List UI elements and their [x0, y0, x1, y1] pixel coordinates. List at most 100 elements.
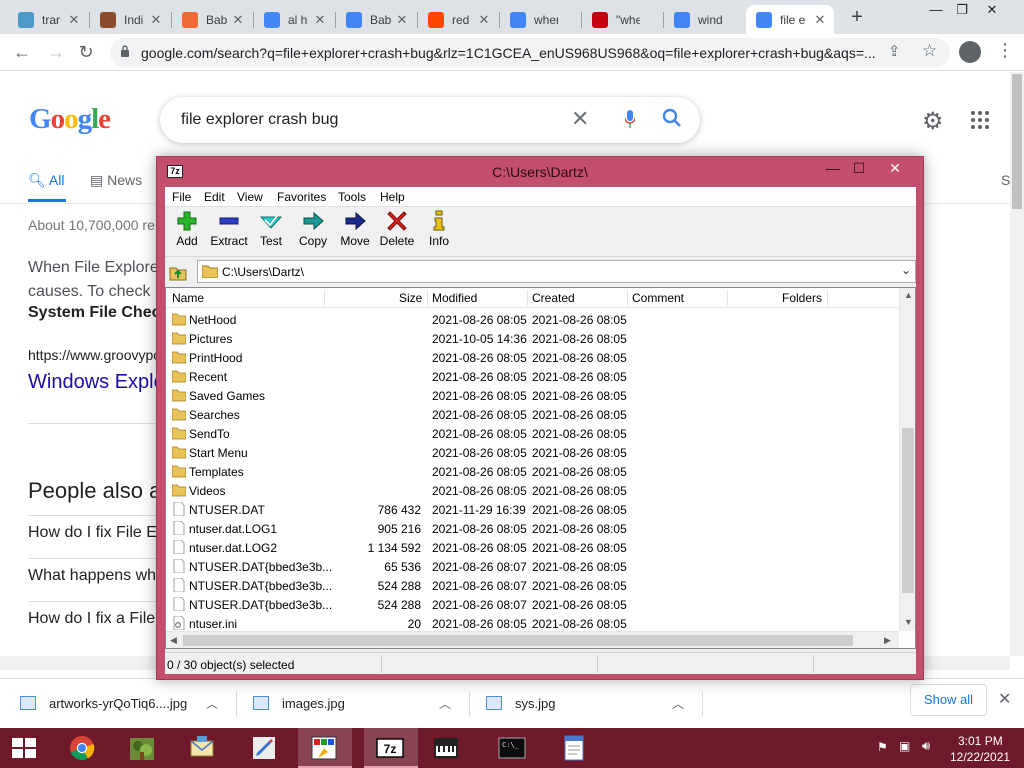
url-text[interactable]: google.com/search?q=file+explorer+crash+…	[141, 45, 876, 61]
scroll-thumb[interactable]	[183, 635, 853, 646]
tab-close-icon[interactable]: ✕	[230, 12, 246, 28]
scroll-left-arrow-icon[interactable]: ◀	[170, 635, 177, 646]
page-vertical-scrollbar[interactable]	[1010, 72, 1024, 656]
file-row[interactable]: Pictures 2021-10-05 14:36 2021-08-26 08:05	[166, 329, 898, 348]
browser-tab[interactable]: Bab ✕	[336, 5, 416, 34]
file-row[interactable]: Start Menu 2021-08-26 08:05 2021-08-26 08:…	[166, 443, 898, 462]
taskbar-app-notepad[interactable]	[548, 728, 602, 768]
tab-all[interactable]: 🔍︎ All	[28, 172, 64, 189]
flag-icon[interactable]: ⚑	[877, 740, 888, 754]
browser-tab[interactable]: red ✕	[418, 5, 498, 34]
tab-close-icon[interactable]: ✕	[148, 12, 164, 28]
extract-button[interactable]: Extract	[207, 210, 251, 256]
file-row[interactable]: Searches 2021-08-26 08:05 2021-08-26 08:05	[166, 405, 898, 424]
menu-view[interactable]: View	[237, 190, 263, 204]
test-button[interactable]: Test	[249, 210, 293, 256]
browser-menu-icon[interactable]: ⋮	[996, 40, 1014, 61]
chevron-up-icon[interactable]: ︿	[672, 695, 684, 712]
file-row[interactable]: ntuser.dat.LOG2 1 134 592 2021-08-26 08:05…	[166, 538, 898, 557]
column-header-size[interactable]: Size	[399, 291, 422, 305]
forward-icon[interactable]: →	[44, 41, 68, 63]
info-button[interactable]: Info	[417, 210, 461, 256]
tab-close-icon[interactable]: ✕	[66, 12, 82, 28]
browser-tab[interactable]: when th	[500, 5, 580, 34]
copy-button[interactable]: Copy	[291, 210, 335, 256]
column-header-created[interactable]: Created	[532, 291, 575, 305]
up-folder-icon[interactable]	[169, 263, 187, 281]
maximize-icon[interactable]: ☐	[849, 157, 869, 179]
back-icon[interactable]: ←	[10, 41, 34, 63]
taskbar-app-pen[interactable]	[238, 728, 292, 768]
list-horizontal-scrollbar[interactable]: ◀ ▶	[166, 631, 899, 648]
tab-news[interactable]: ▤ News	[90, 172, 142, 189]
file-row[interactable]: PrintHood 2021-08-26 08:05 2021-08-26 08:0…	[166, 348, 898, 367]
file-row[interactable]: Videos 2021-08-26 08:05 2021-08-26 08:05	[166, 481, 898, 500]
browser-tab[interactable]: Bab ✕	[172, 5, 252, 34]
network-icon[interactable]: ▣	[899, 739, 910, 753]
scroll-up-arrow-icon[interactable]: ▲	[904, 290, 913, 300]
close-shelf-icon[interactable]: ✕	[998, 689, 1011, 709]
browser-tab[interactable]: file e ✕	[746, 5, 834, 34]
file-row[interactable]: ntuser.dat.LOG1 905 216 2021-08-26 08:05 20…	[166, 519, 898, 538]
clear-search-icon[interactable]: ✕	[571, 106, 589, 132]
taskbar-app-plant[interactable]	[116, 728, 170, 768]
show-all-button[interactable]: Show all	[910, 684, 987, 716]
chevron-up-icon[interactable]: ︿	[206, 695, 218, 712]
tab-close-icon[interactable]: ✕	[812, 12, 828, 28]
new-tab-button[interactable]: +	[846, 7, 868, 29]
taskbar-app-paint[interactable]	[298, 728, 352, 768]
scroll-thumb[interactable]	[1012, 74, 1022, 209]
download-item[interactable]: sys.jpg ︿	[486, 689, 684, 717]
menu-file[interactable]: File	[172, 190, 191, 204]
result-cite[interactable]: https://www.groovypo	[28, 347, 161, 363]
google-apps-icon[interactable]	[971, 111, 989, 129]
scroll-down-arrow-icon[interactable]: ▼	[904, 617, 913, 627]
close-icon[interactable]: ✕	[875, 157, 915, 179]
file-row[interactable]: NTUSER.DAT{bbed3e3b... 65 536 2021-08-26 0…	[166, 557, 898, 576]
menu-edit[interactable]: Edit	[204, 190, 225, 204]
browser-tab[interactable]: "when t	[582, 5, 662, 34]
bookmark-star-icon[interactable]: ☆	[922, 41, 937, 61]
settings-gear-icon[interactable]: ⚙	[922, 107, 944, 136]
result-link[interactable]: Windows Explo	[28, 371, 165, 394]
file-row[interactable]: Recent 2021-08-26 08:05 2021-08-26 08:05	[166, 367, 898, 386]
file-row[interactable]: Saved Games 2021-08-26 08:05 2021-08-26 08…	[166, 386, 898, 405]
share-icon[interactable]: ⇪	[888, 42, 901, 60]
question-item[interactable]: How do I fix File E	[28, 524, 157, 542]
profile-avatar-icon[interactable]	[959, 41, 981, 63]
windows-start-icon[interactable]	[0, 728, 48, 768]
list-vertical-scrollbar[interactable]: ▲ ▼	[899, 288, 915, 631]
delete-button[interactable]: Delete	[375, 210, 419, 256]
column-header-comment[interactable]: Comment	[632, 291, 684, 305]
question-item[interactable]: How do I fix a File	[28, 610, 155, 628]
column-header-modified[interactable]: Modified	[432, 291, 477, 305]
menu-tools[interactable]: Tools	[338, 190, 366, 204]
browser-tab[interactable]: Indi ✕	[90, 5, 170, 34]
tab-close-icon[interactable]: ✕	[476, 12, 492, 28]
restore-icon[interactable]: ❐	[946, 0, 978, 20]
menu-help[interactable]: Help	[380, 190, 405, 204]
search-input[interactable]: file explorer crash bug	[181, 111, 338, 129]
scroll-right-arrow-icon[interactable]: ▶	[884, 635, 891, 646]
add-button[interactable]: Add	[165, 210, 209, 256]
file-row[interactable]: NetHood 2021-08-26 08:05 2021-08-26 08:05	[166, 310, 898, 329]
file-row[interactable]: Templates 2021-08-26 08:05 2021-08-26 08:0…	[166, 462, 898, 481]
browser-tab[interactable]: al h ✕	[254, 5, 334, 34]
file-row[interactable]: NTUSER.DAT{bbed3e3b... 524 288 2021-08-26 …	[166, 576, 898, 595]
taskbar-app-chrome[interactable]	[56, 728, 110, 768]
close-icon[interactable]: ✕	[976, 0, 1008, 20]
volume-icon[interactable]: 🔊︎	[922, 738, 930, 754]
file-row[interactable]: NTUSER.DAT{bbed3e3b... 524 288 2021-08-26 …	[166, 595, 898, 614]
clock-date[interactable]: 12/22/2021	[950, 750, 1010, 764]
search-icon[interactable]	[662, 108, 682, 128]
file-row[interactable]: SendTo 2021-08-26 08:05 2021-08-26 08:05	[166, 424, 898, 443]
download-item[interactable]: artworks-yrQoTiq6....jpg ︿	[20, 689, 218, 717]
question-item[interactable]: What happens wh	[28, 567, 156, 585]
browser-tab[interactable]: trar ✕	[8, 5, 88, 34]
minimize-icon[interactable]: —	[823, 157, 843, 179]
column-header-name[interactable]: Name	[172, 291, 204, 305]
taskbar-app-mail[interactable]	[176, 728, 230, 768]
window-titlebar[interactable]: 7z C:\Users\Dartz\ — ☐ ✕	[157, 157, 923, 187]
taskbar-app-7zip[interactable]: 7z	[364, 728, 418, 768]
chevron-up-icon[interactable]: ︿	[439, 695, 451, 712]
